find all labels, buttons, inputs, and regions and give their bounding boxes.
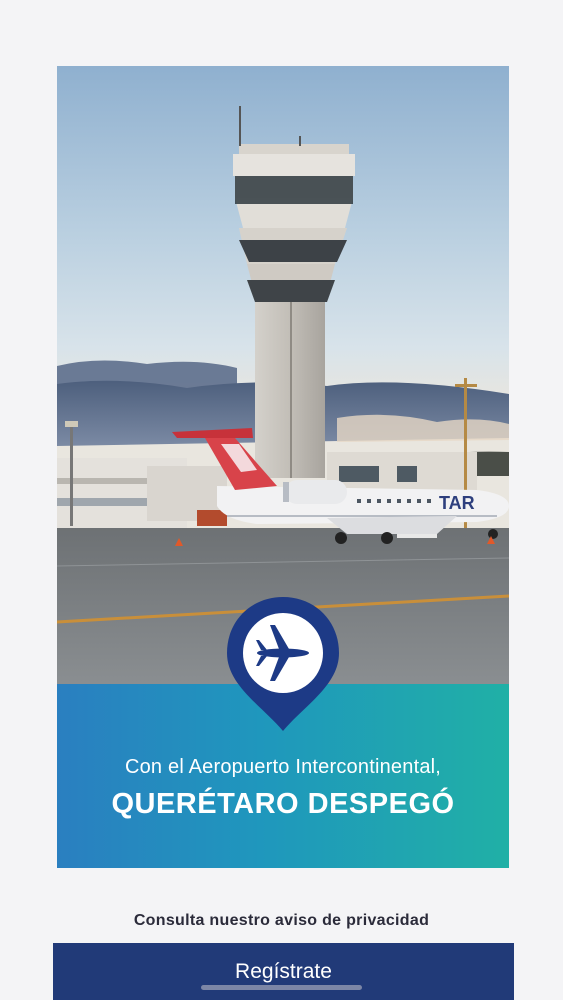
tagline-line-1: Con el Aeropuerto Intercontinental, xyxy=(124,756,442,778)
privacy-notice-link[interactable]: Consulta nuestro aviso de privacidad xyxy=(0,912,563,930)
register-button[interactable]: Regístrate xyxy=(53,943,514,1000)
airplane-location-pin-icon xyxy=(227,597,339,731)
tagline-line-2: QUERÉTARO DESPEGÓ xyxy=(111,788,455,820)
promo-card: TAR Con el Aeropuerto Intercontinental, … xyxy=(57,66,509,868)
plane-livery-text: TAR xyxy=(439,493,475,513)
airport-control-tower-photo: TAR xyxy=(57,66,509,684)
home-indicator[interactable] xyxy=(201,985,362,990)
